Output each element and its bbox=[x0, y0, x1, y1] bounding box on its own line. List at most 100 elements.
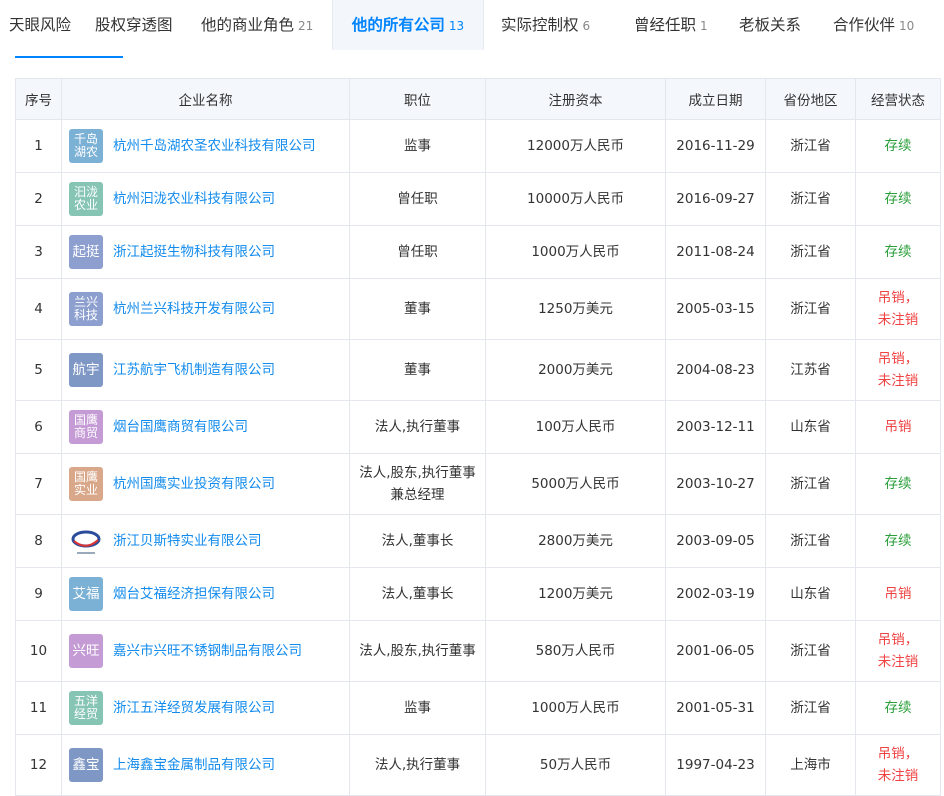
tab-former-positions[interactable]: 曾经任职 1 bbox=[634, 0, 708, 50]
position-text: 法人,执行董事 bbox=[374, 757, 461, 773]
founded-date-cell: 2001-06-05 bbox=[665, 620, 766, 682]
tab-label: 股权穿透图 bbox=[95, 16, 173, 34]
companies-table: 序号 企业名称 职位 注册资本 成立日期 省份地区 经营状态 1 千岛湖农 杭州千岛… bbox=[15, 78, 941, 796]
founded-date-cell: 2003-09-05 bbox=[665, 514, 766, 568]
company-name-cell: 汩泷农业 杭州汩泷农业科技有限公司 bbox=[61, 172, 350, 226]
row-index: 7 bbox=[15, 453, 62, 515]
status-cell: 吊销 bbox=[855, 567, 941, 621]
tab-equity-penetration[interactable]: 股权穿透图 bbox=[95, 0, 173, 50]
company-name-link[interactable]: 浙江起挺生物科技有限公司 bbox=[113, 241, 275, 263]
position-cell: 曾任职 bbox=[349, 172, 486, 226]
tab-count: 10 bbox=[899, 19, 915, 33]
status-badge: 存续 bbox=[884, 476, 912, 492]
best-logo-icon bbox=[71, 530, 101, 554]
header-founded-date: 成立日期 bbox=[665, 78, 766, 120]
status-badge: 存续 bbox=[884, 700, 912, 716]
position-text: 曾任职 bbox=[397, 244, 438, 260]
founded-date-cell: 2004-08-23 bbox=[665, 339, 766, 401]
company-name-cell: 兰兴科技 杭州兰兴科技开发有限公司 bbox=[61, 278, 350, 340]
company-logo[interactable]: 鑫宝 bbox=[69, 748, 103, 782]
company-logo[interactable]: 五洋经贸 bbox=[69, 691, 103, 725]
company-logo[interactable]: 汩泷农业 bbox=[69, 182, 103, 216]
position-cell: 法人,股东,执行董事 bbox=[349, 620, 486, 682]
region-cell: 浙江省 bbox=[765, 172, 856, 226]
company-logo[interactable]: 艾福 bbox=[69, 577, 103, 611]
tab-label: 实际控制权 bbox=[501, 16, 579, 34]
capital-cell: 2000万美元 bbox=[485, 339, 666, 401]
founded-date-cell: 2016-09-27 bbox=[665, 172, 766, 226]
status-badge: 存续 bbox=[884, 191, 912, 207]
row-index: 10 bbox=[15, 620, 62, 682]
position-text: 曾任职 bbox=[397, 191, 438, 207]
logo-text: 起挺 bbox=[72, 243, 100, 260]
company-logo[interactable]: 航宇 bbox=[69, 353, 103, 387]
position-cell: 法人,执行董事 bbox=[349, 400, 486, 454]
region-cell: 浙江省 bbox=[765, 225, 856, 279]
tab-tianyan-risk[interactable]: 天眼风险 bbox=[9, 0, 71, 50]
table-row: 11 五洋经贸 浙江五洋经贸发展有限公司 监事 1000万人民币 2001-05-31 浙江… bbox=[15, 681, 941, 735]
company-logo[interactable]: 兰兴科技 bbox=[69, 292, 103, 326]
header-status: 经营状态 bbox=[855, 78, 941, 120]
capital-cell: 1250万美元 bbox=[485, 278, 666, 340]
founded-date-cell: 2003-12-11 bbox=[665, 400, 766, 454]
position-text: 监事 bbox=[404, 700, 431, 716]
company-logo[interactable]: 国鹰实业 bbox=[69, 467, 103, 501]
tab-label: 天眼风险 bbox=[9, 16, 72, 34]
logo-text: 兰兴科技 bbox=[73, 295, 98, 322]
row-index: 1 bbox=[15, 119, 62, 173]
status-cell: 存续 bbox=[855, 453, 941, 515]
company-name-link[interactable]: 杭州国鹰实业投资有限公司 bbox=[113, 473, 275, 495]
company-logo[interactable]: 兴旺 bbox=[69, 634, 103, 668]
table-row: 9 艾福 烟台艾福经济担保有限公司 法人,董事长 1200万美元 2002-03-19 山东… bbox=[15, 567, 941, 621]
company-name-link[interactable]: 烟台国鹰商贸有限公司 bbox=[113, 416, 248, 438]
capital-cell: 50万人民币 bbox=[485, 734, 666, 796]
company-name-link[interactable]: 烟台艾福经济担保有限公司 bbox=[113, 583, 275, 605]
company-logo[interactable]: 起挺 bbox=[69, 235, 103, 269]
table-row: 7 国鹰实业 杭州国鹰实业投资有限公司 法人,股东,执行董事兼总经理 5000万人民币 2… bbox=[15, 453, 941, 515]
company-logo[interactable]: 千岛湖农 bbox=[69, 129, 103, 163]
status-cell: 存续 bbox=[855, 225, 941, 279]
capital-cell: 1000万人民币 bbox=[485, 681, 666, 735]
company-name-link[interactable]: 杭州千岛湖农圣农业科技有限公司 bbox=[113, 135, 316, 157]
company-name-link[interactable]: 浙江五洋经贸发展有限公司 bbox=[113, 697, 275, 719]
company-logo[interactable] bbox=[69, 524, 103, 558]
tab-label: 他的所有公司 bbox=[351, 16, 445, 34]
status-cell: 吊销，未注销 bbox=[855, 734, 941, 796]
company-name-link[interactable]: 浙江贝斯特实业有限公司 bbox=[113, 530, 262, 552]
tab-boss-relations[interactable]: 老板关系 bbox=[739, 0, 801, 50]
position-cell: 曾任职 bbox=[349, 225, 486, 279]
status-cell: 存续 bbox=[855, 514, 941, 568]
company-name-cell: 国鹰商贸 烟台国鹰商贸有限公司 bbox=[61, 400, 350, 454]
tab-actual-control[interactable]: 实际控制权 6 bbox=[501, 0, 590, 50]
tab-bar: 天眼风险 股权穿透图 他的商业角色 21 他的所有公司 13 实际控制权 6 曾经任职… bbox=[0, 0, 944, 50]
status-cell: 吊销，未注销 bbox=[855, 339, 941, 401]
tab-business-roles[interactable]: 他的商业角色 21 bbox=[201, 0, 313, 50]
company-name-cell: 浙江贝斯特实业有限公司 bbox=[61, 514, 350, 568]
region-cell: 浙江省 bbox=[765, 119, 856, 173]
company-name-cell: 航宇 江苏航宇飞机制造有限公司 bbox=[61, 339, 350, 401]
region-cell: 浙江省 bbox=[765, 681, 856, 735]
tab-partners[interactable]: 合作伙伴 10 bbox=[833, 0, 914, 50]
position-text: 董事 bbox=[404, 362, 431, 378]
capital-cell: 5000万人民币 bbox=[485, 453, 666, 515]
tab-all-companies[interactable]: 他的所有公司 13 bbox=[332, 0, 484, 50]
company-name-link[interactable]: 嘉兴市兴旺不锈钢制品有限公司 bbox=[113, 640, 302, 662]
company-name-link[interactable]: 杭州汩泷农业科技有限公司 bbox=[113, 188, 275, 210]
table-row: 3 起挺 浙江起挺生物科技有限公司 曾任职 1000万人民币 2011-08-24 浙江省存… bbox=[15, 225, 941, 279]
company-name-link[interactable]: 江苏航宇飞机制造有限公司 bbox=[113, 359, 275, 381]
region-cell: 上海市 bbox=[765, 734, 856, 796]
company-name-cell: 起挺 浙江起挺生物科技有限公司 bbox=[61, 225, 350, 279]
company-logo[interactable]: 国鹰商贸 bbox=[69, 410, 103, 444]
company-name-link[interactable]: 杭州兰兴科技开发有限公司 bbox=[113, 298, 275, 320]
status-badge: 存续 bbox=[884, 533, 912, 549]
position-text: 监事 bbox=[404, 138, 431, 154]
logo-text: 汩泷农业 bbox=[73, 185, 98, 212]
company-name-link[interactable]: 上海鑫宝金属制品有限公司 bbox=[113, 754, 275, 776]
status-cell: 存续 bbox=[855, 681, 941, 735]
logo-text: 兴旺 bbox=[72, 642, 100, 659]
status-badge: 吊销，未注销 bbox=[877, 632, 919, 670]
region-cell: 江苏省 bbox=[765, 339, 856, 401]
status-cell: 吊销，未注销 bbox=[855, 620, 941, 682]
header-registered-capital: 注册资本 bbox=[485, 78, 666, 120]
logo-text: 鑫宝 bbox=[72, 756, 100, 773]
